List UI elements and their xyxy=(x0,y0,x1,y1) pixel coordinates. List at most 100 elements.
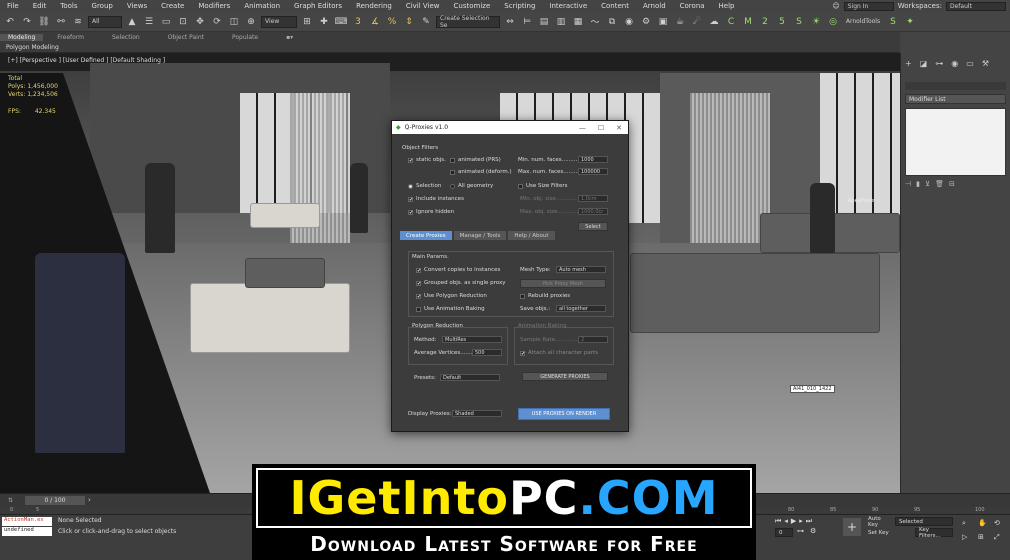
display-tab-icon[interactable]: ▭ xyxy=(966,59,974,68)
menu-content[interactable]: Content xyxy=(594,2,636,10)
use-size-filters-checkbox[interactable]: Use Size Filters xyxy=(518,183,568,189)
ignore-hidden-checkbox[interactable]: ✔ Ignore hidden xyxy=(408,209,454,215)
tab-create-proxies[interactable]: Create Proxies xyxy=(400,231,452,240)
show-end-result-icon[interactable]: ▮ xyxy=(916,180,920,188)
ribbon-tab-object-paint[interactable]: Object Paint xyxy=(154,34,218,41)
min-faces-spinner[interactable]: 1000 xyxy=(578,156,608,163)
display-proxies-dropdown[interactable]: Shaded xyxy=(452,410,502,417)
edit-named-selection-icon[interactable]: ✎ xyxy=(419,15,433,29)
menu-animation[interactable]: Animation xyxy=(237,2,287,10)
select-by-name-icon[interactable]: ☰ xyxy=(142,15,156,29)
align-icon[interactable]: ⊨ xyxy=(520,15,534,29)
animated-deform-checkbox[interactable]: animated (deform.) xyxy=(450,169,512,175)
static-objs-checkbox[interactable]: ✔ static objs. xyxy=(408,157,446,163)
go-to-start-icon[interactable]: ⏮ xyxy=(775,517,781,526)
menu-file[interactable]: File xyxy=(0,2,26,10)
render-setup-icon[interactable]: ⚙ xyxy=(639,15,653,29)
mirror-icon[interactable]: ⇔ xyxy=(503,15,517,29)
menu-help[interactable]: Help xyxy=(712,2,742,10)
convert-copies-checkbox[interactable]: ✔ Convert copies to instances xyxy=(416,267,500,273)
corona-5d-icon[interactable]: 5 xyxy=(775,15,789,29)
tab-manage-tools[interactable]: Manage / Tools xyxy=(453,231,507,240)
configure-sets-icon[interactable]: ⊟ xyxy=(949,180,955,188)
all-geometry-radio[interactable]: All geometry xyxy=(450,183,493,189)
name-field[interactable] xyxy=(905,82,1006,90)
include-instances-checkbox[interactable]: ✔ Include instances xyxy=(408,196,464,202)
ribbon-tab-modeling[interactable]: Modeling xyxy=(0,34,44,41)
toggle-ribbon-icon[interactable]: ▦ xyxy=(571,15,585,29)
menu-modifiers[interactable]: Modifiers xyxy=(191,2,237,10)
material-editor-icon[interactable]: ◉ xyxy=(622,15,636,29)
pan-icon[interactable]: ✋ xyxy=(978,519,987,527)
corona-mb-icon[interactable]: M xyxy=(741,15,755,29)
time-config-icon[interactable]: ⚙ xyxy=(810,527,816,535)
named-selection-set-dropdown[interactable]: Create Selection Se xyxy=(436,15,500,29)
modifier-stack[interactable] xyxy=(905,108,1006,176)
a360-icon[interactable]: ☁ xyxy=(707,15,721,29)
pin-stack-icon[interactable]: ⊣ xyxy=(905,180,911,188)
sample-rate-spinner[interactable]: 2 xyxy=(578,336,608,343)
ribbon-tab-populate[interactable]: Populate xyxy=(218,34,272,41)
min-obj-size-spinner[interactable]: 1,0cm xyxy=(578,195,608,202)
corona-2d-icon[interactable]: 2 xyxy=(758,15,772,29)
use-animation-baking-checkbox[interactable]: Use Animation Baking xyxy=(416,306,485,312)
corona-sub-icon[interactable]: S xyxy=(792,15,806,29)
select-object-icon[interactable]: ▲ xyxy=(125,15,139,29)
go-to-end-icon[interactable]: ⏭ xyxy=(806,517,812,526)
save-objs-dropdown[interactable]: all together xyxy=(556,305,606,312)
modifier-list-dropdown[interactable]: Modifier List xyxy=(905,94,1006,104)
ribbon-options-icon[interactable]: ▪▾ xyxy=(272,34,307,41)
create-tab-icon[interactable]: + xyxy=(905,59,912,68)
key-mode-icon[interactable]: ⊶ xyxy=(797,527,804,535)
menu-interactive[interactable]: Interactive xyxy=(542,2,594,10)
grouped-objs-checkbox[interactable]: ✔ Grouped objs. as single proxy xyxy=(416,280,505,286)
scene-explorer-icon[interactable]: ▥ xyxy=(554,15,568,29)
set-keys-icon[interactable]: + xyxy=(843,518,861,536)
undo-icon[interactable]: ↶ xyxy=(3,15,17,29)
bind-spacewarp-icon[interactable]: ≋ xyxy=(71,15,85,29)
method-dropdown[interactable]: MultiRes xyxy=(442,336,502,343)
select-manipulate-icon[interactable]: ✚ xyxy=(317,15,331,29)
mesh-type-dropdown[interactable]: Auto mesh xyxy=(556,266,606,273)
dialog-titlebar[interactable]: ◆ Q-Proxies v1.0 — ☐ ✕ xyxy=(392,121,628,134)
move-icon[interactable]: ✥ xyxy=(193,15,207,29)
keyboard-shortcut-icon[interactable]: ⌨ xyxy=(334,15,348,29)
remove-modifier-icon[interactable]: 🗑 xyxy=(935,180,944,188)
unlink-icon[interactable]: ⚯ xyxy=(54,15,68,29)
selection-radio[interactable]: Selection xyxy=(408,183,441,189)
ribbon-tab-selection[interactable]: Selection xyxy=(98,34,154,41)
presets-dropdown[interactable]: Default xyxy=(440,374,500,381)
rebuild-proxies-checkbox[interactable]: Rebuild proxies xyxy=(520,293,570,299)
zoom-extents-icon[interactable]: ⊞ xyxy=(978,533,984,541)
make-unique-icon[interactable]: ⊻ xyxy=(925,180,930,188)
attach-char-parts-checkbox[interactable]: ✔ Attach all character parts xyxy=(520,350,598,356)
generate-proxies-button[interactable]: GENERATE PROXIES xyxy=(522,372,608,381)
mini-curve-toggle-icon[interactable]: ⇅ xyxy=(8,497,13,504)
maxscript-listener-input[interactable]: undefined xyxy=(2,527,52,536)
set-key-button[interactable]: Set Key xyxy=(865,528,893,537)
max-faces-spinner[interactable]: 100000 xyxy=(578,168,608,175)
maxscript-listener-output[interactable]: ActionMan.ex xyxy=(2,517,52,526)
pivot-icon[interactable]: ⊞ xyxy=(300,15,314,29)
render-iterative-icon[interactable]: ☄ xyxy=(690,15,704,29)
menu-views[interactable]: Views xyxy=(120,2,154,10)
angle-snap-icon[interactable]: ∡ xyxy=(368,15,382,29)
menu-group[interactable]: Group xyxy=(85,2,120,10)
rotate-icon[interactable]: ⟳ xyxy=(210,15,224,29)
key-selection-dropdown[interactable]: Selected xyxy=(895,517,953,526)
prev-frame-icon[interactable]: ◂ xyxy=(784,517,788,526)
menu-edit[interactable]: Edit xyxy=(26,2,54,10)
menu-tools[interactable]: Tools xyxy=(53,2,84,10)
corona-camera-icon[interactable]: ◎ xyxy=(826,15,840,29)
render-production-icon[interactable]: ☕ xyxy=(673,15,687,29)
maximize-icon[interactable]: ☐ xyxy=(598,124,604,132)
reference-coordinate-dropdown[interactable]: View xyxy=(261,15,297,28)
utilities-tab-icon[interactable]: ⚒ xyxy=(982,59,989,68)
scale-icon[interactable]: ◫ xyxy=(227,15,241,29)
redo-icon[interactable]: ↷ xyxy=(20,15,34,29)
current-frame-field[interactable]: 0 xyxy=(775,528,793,537)
minimize-icon[interactable]: — xyxy=(579,124,586,132)
arnold-light-icon[interactable]: ✦ xyxy=(903,15,917,29)
curve-editor-icon[interactable]: 〜 xyxy=(588,15,602,29)
next-key-icon[interactable]: ▸ xyxy=(799,517,803,526)
